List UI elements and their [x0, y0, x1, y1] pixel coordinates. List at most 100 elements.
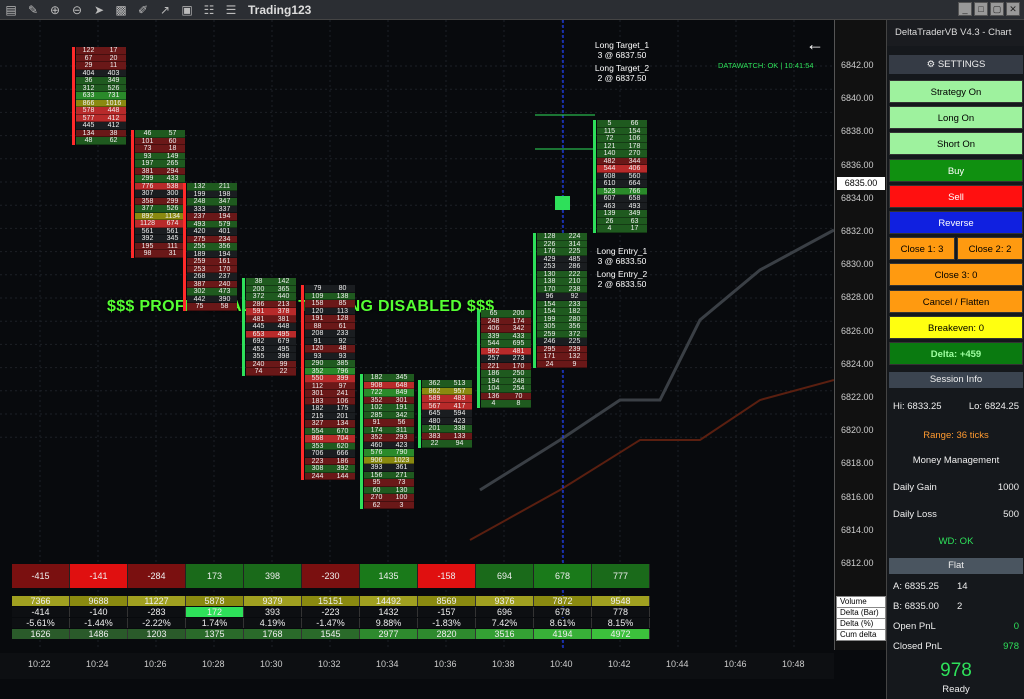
bid-volume: 362	[428, 380, 441, 387]
footprint-bar[interactable]: 5 66 115 154 72 106 121 178 140 270 482 344 544 406 60…	[597, 120, 647, 233]
bid-volume: 610	[603, 180, 616, 187]
close-3-button[interactable]: Close 3: 0	[889, 263, 1023, 286]
stats-cell: 9376	[476, 596, 534, 606]
bar-delta-cell: 173	[186, 564, 244, 588]
bid-volume: 67	[84, 54, 93, 62]
zoom-in-icon[interactable]: ⊕	[44, 0, 66, 20]
footprint-bar[interactable]: 65 200 248 174 406 342 339 433 544 695 962 481 257 27…	[481, 310, 531, 408]
trend-icon[interactable]: ↗	[154, 0, 176, 20]
sell-button[interactable]: Sell	[889, 185, 1023, 208]
close-1-button[interactable]: Close 1: 3	[889, 237, 955, 260]
ask-volume: 731	[107, 92, 120, 99]
time-axis[interactable]: 10:22 10:24 10:26 10:28 10:30 10:32 10:34 10:36…	[0, 653, 834, 679]
stats-row-label: Cum delta	[836, 629, 886, 641]
ask-volume: 1023	[393, 456, 410, 464]
short-on-button[interactable]: Short On	[889, 132, 1023, 155]
strategy-on-button[interactable]: Strategy On	[889, 80, 1023, 103]
footprint-row: 908 648	[364, 381, 414, 389]
buy-button[interactable]: Buy	[889, 159, 1023, 182]
stats-pad	[0, 607, 12, 617]
footprint-bar[interactable]: 38 142 200 365 372 440 286 213 591 378 481 381 445 44…	[246, 278, 296, 376]
ask-volume: 473	[218, 288, 231, 295]
current-price-label: 6835.00	[837, 177, 885, 190]
footprint-row: 140 270	[597, 150, 647, 158]
cursor-icon[interactable]: ➤	[88, 0, 110, 20]
pencil-icon[interactable]: ✎	[22, 0, 44, 20]
bar-delta-cell: 1435	[360, 564, 418, 588]
ask-volume: 61	[338, 322, 347, 330]
stats-row-delta-bar: -414 -140 -283 172 393 -223 1432 -157 696 678 778	[0, 607, 834, 617]
price-axis[interactable]: 6842.00 6840.00 6838.00 6836.00 6835.00 6834.…	[834, 20, 886, 650]
footprint-row: 463 493	[597, 202, 647, 210]
back-arrow-icon[interactable]: ←	[806, 34, 824, 55]
footprint-row: 75 58	[187, 303, 237, 311]
stats-cell: -414	[12, 607, 70, 617]
long-on-button[interactable]: Long On	[889, 106, 1023, 129]
ask-volume: 106	[336, 397, 349, 405]
save-icon[interactable]: ▩	[110, 0, 132, 20]
ask-volume: 99	[279, 360, 288, 368]
footprint-bar[interactable]: 128 224 226 314 176 225 429 485 253 286 130 222 138 2…	[537, 233, 587, 368]
zoom-out-icon[interactable]: ⊖	[66, 0, 88, 20]
ask-volume: 314	[568, 240, 581, 248]
ask-volume: 85	[338, 300, 347, 307]
footprint-bar[interactable]: 362 513 862 957 589 483 567 417 645 594 480 423 201 3…	[422, 380, 472, 448]
bid-volume: 482	[603, 157, 616, 165]
footprint-row: 62 3	[364, 501, 414, 509]
footprint-row: 692 679	[246, 338, 296, 346]
bid-volume: 140	[603, 150, 616, 157]
menu-icon[interactable]: ☰	[220, 0, 242, 20]
footprint-bar[interactable]: 79 80 109 138 158 85 120 113 191 128 88 61 208 233 91 9…	[305, 285, 355, 480]
ask-volume: 423	[395, 441, 408, 449]
ask-volume: 704	[336, 435, 349, 442]
bars-icon[interactable]: ▤	[0, 0, 22, 20]
ask-volume: 378	[277, 308, 290, 315]
image-icon[interactable]: ▣	[176, 0, 198, 20]
layers-icon[interactable]: ☷	[198, 0, 220, 20]
footprint-bar[interactable]: 122 17 67 20 29 11 404 403 36 349 312 526 633 731 866 1…	[76, 47, 126, 145]
close-2-button[interactable]: Close 2: 2	[957, 237, 1023, 260]
footprint-bar[interactable]: 46 57 101 60 73 18 93 149 197 265 381 294 299 433 776 5…	[135, 130, 185, 258]
maximize-button[interactable]: ▢	[990, 2, 1004, 16]
toolbar: ▤ ✎ ⊕ ⊖ ➤ ▩ ✐ ↗ ▣ ☷ ☰ Trading123 _ □ ▢ ✕	[0, 0, 1024, 20]
reverse-button[interactable]: Reverse	[889, 211, 1023, 234]
footprint-row: 93 93	[305, 352, 355, 360]
settings-button[interactable]: ⚙ SETTINGS	[889, 55, 1023, 74]
ask-volume: 670	[336, 427, 349, 435]
ask-volume: 381	[277, 315, 290, 323]
restore-button[interactable]: □	[974, 2, 988, 16]
ask-volume: 495	[277, 330, 290, 338]
footprint-bar[interactable]: 132 211 199 198 248 347 333 337 237 194 493 579 420 4…	[187, 183, 237, 311]
footprint-row: 295 239	[537, 345, 587, 353]
footprint-row: 259 161	[187, 258, 237, 266]
cancel-flatten-button[interactable]: Cancel / Flatten	[889, 290, 1023, 313]
bid-volume: 101	[141, 137, 154, 145]
footprint-row: 96 92	[537, 293, 587, 301]
ask-volume: 560	[628, 172, 641, 180]
target-2-name: Long Target_2	[594, 63, 650, 73]
footprint-row: 302 473	[187, 288, 237, 296]
time-tick-label: 10:22	[28, 659, 51, 669]
footprint-row: 174 311	[364, 426, 414, 434]
settings-label: SETTINGS	[937, 59, 986, 70]
footprint-row: 237 194	[187, 213, 237, 221]
ask-volume: 154	[628, 127, 641, 135]
minimize-button[interactable]: _	[958, 2, 972, 16]
footprint-row: 420 401	[187, 228, 237, 236]
open-pnl-value: 0	[1013, 621, 1019, 632]
pen-icon[interactable]: ✐	[132, 0, 154, 20]
datawatch-status: DATAWATCH: OK | 10:41:54	[718, 61, 814, 70]
stats-cell: 778	[592, 607, 650, 617]
footprint-bar[interactable]: 182 345 908 648 722 849 352 301 102 191 285 342 91 56…	[364, 374, 414, 509]
ask-volume: 342	[395, 411, 408, 419]
ask-volume: 485	[568, 255, 581, 263]
footprint-row: 93 149	[135, 152, 185, 160]
entry-1-value: 3 @ 6833.50	[597, 256, 647, 266]
bid-volume: 301	[311, 390, 324, 397]
ask-volume: 142	[277, 278, 290, 285]
footprint-row: 307 300	[135, 190, 185, 198]
session-hi: Hi: 6833.25	[893, 401, 942, 412]
breakeven-button[interactable]: Breakeven: 0	[889, 316, 1023, 339]
close-button[interactable]: ✕	[1006, 2, 1020, 16]
closed-pnl-label: Closed PnL	[893, 641, 943, 652]
